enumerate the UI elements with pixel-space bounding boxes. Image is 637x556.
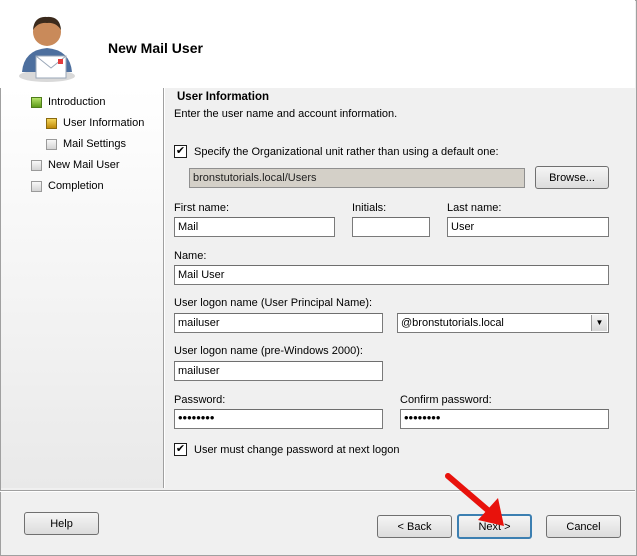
prewin-label: User logon name (pre-Windows 2000): <box>174 345 363 357</box>
change-password-checkbox[interactable]: ✔ <box>174 443 187 456</box>
step-label: User Information <box>63 117 145 129</box>
step-label: Mail Settings <box>63 138 126 150</box>
section-subtitle: Enter the user name and account informat… <box>174 108 398 120</box>
step-complete-icon <box>31 96 42 108</box>
change-password-label: User must change password at next logon <box>194 444 400 456</box>
upn-field[interactable]: mailuser <box>174 313 383 333</box>
upn-domain-value: @bronstutorials.local <box>401 317 504 329</box>
section-title: User Information <box>177 91 270 103</box>
first-name-label: First name: <box>174 202 230 214</box>
ou-checkbox[interactable]: ✔ <box>174 145 187 158</box>
wizard-title: New Mail User <box>108 40 203 56</box>
step-new-mail-user: New Mail User <box>31 159 120 171</box>
password-field[interactable]: •••••••• <box>174 409 383 429</box>
step-completion: Completion <box>31 180 104 192</box>
step-label: Introduction <box>48 96 106 108</box>
cancel-button[interactable]: Cancel <box>546 515 621 538</box>
step-mail-settings: Mail Settings <box>46 138 126 150</box>
first-name-field[interactable]: Mail <box>174 217 335 237</box>
chevron-down-icon[interactable]: ▼ <box>591 315 607 331</box>
step-user-information: User Information <box>46 117 144 129</box>
step-pending-icon <box>31 159 42 171</box>
step-label: Completion <box>48 180 104 192</box>
user-mail-icon <box>19 16 75 82</box>
nav-divider <box>163 88 165 488</box>
step-pending-icon <box>31 180 42 192</box>
ou-field: bronstutorials.local/Users <box>189 168 525 188</box>
last-name-field[interactable]: User <box>447 217 609 237</box>
initials-label: Initials: <box>352 202 387 214</box>
wizard-header: New Mail User <box>0 0 635 88</box>
upn-label: User logon name (User Principal Name): <box>174 297 373 309</box>
last-name-label: Last name: <box>447 202 502 214</box>
initials-field[interactable] <box>352 217 430 237</box>
ou-checkbox-label: Specify the Organizational unit rather t… <box>194 146 499 158</box>
step-label: New Mail User <box>48 159 120 171</box>
help-button[interactable]: Help <box>24 512 99 535</box>
red-arrow-icon <box>445 473 504 526</box>
confirm-password-field[interactable]: •••••••• <box>400 409 609 429</box>
step-current-icon <box>46 117 57 129</box>
step-introduction: Introduction <box>31 96 105 108</box>
password-label: Password: <box>174 394 226 406</box>
upn-domain-select[interactable]: @bronstutorials.local ▼ <box>397 313 609 333</box>
step-pending-icon <box>46 138 57 150</box>
name-label: Name: <box>174 250 207 262</box>
prewin-field[interactable]: mailuser <box>174 361 383 381</box>
footer-divider <box>0 490 635 492</box>
browse-button[interactable]: Browse... <box>535 166 609 189</box>
confirm-password-label: Confirm password: <box>400 394 492 406</box>
name-field[interactable]: Mail User <box>174 265 609 285</box>
